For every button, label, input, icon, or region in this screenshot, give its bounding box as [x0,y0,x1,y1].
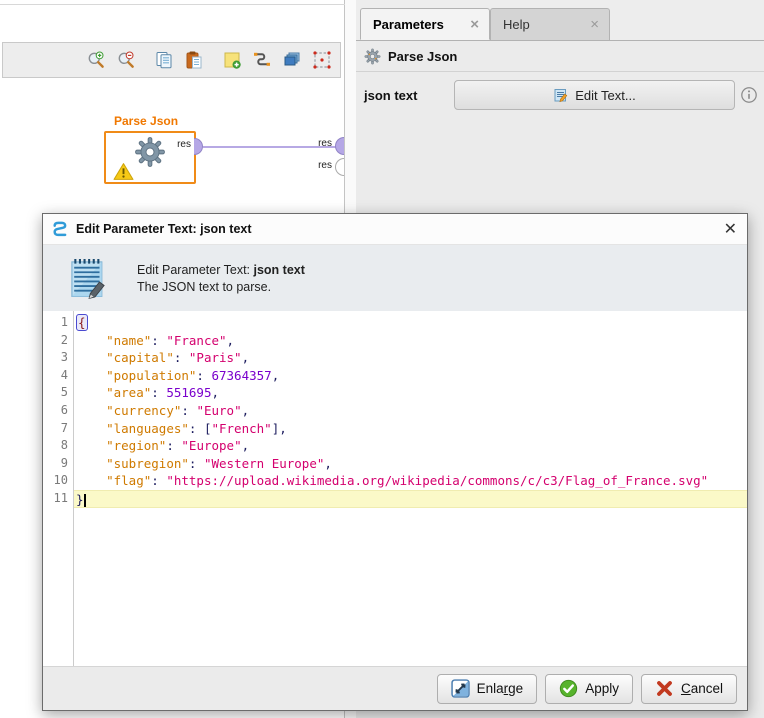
edit-text-button[interactable]: Edit Text... [454,80,735,110]
code-line[interactable]: "area": 551695, [74,384,747,402]
json-text-editor[interactable]: 1234567891011 { "name": "France", "capit… [43,311,747,666]
rapidminer-logo-icon [51,220,69,238]
close-icon[interactable]: × [470,17,479,32]
dialog-title: Edit Parameter Text: json text [76,222,252,236]
result-port-1[interactable] [335,137,344,155]
tab-help[interactable]: Help × [490,8,610,40]
text-caret [84,494,86,507]
cancel-x-icon [655,679,674,698]
operator-label: Parse Json [114,114,178,128]
dialog-titlebar[interactable]: Edit Parameter Text: json text ✕ [43,214,747,245]
gear-icon [364,48,381,65]
enlarge-icon [451,679,470,698]
warning-icon [113,162,134,181]
code-line[interactable]: "subregion": "Western Europe", [74,455,747,473]
fit-view-icon[interactable] [310,48,334,72]
output-port-label: res [177,139,191,150]
add-note-icon[interactable] [220,48,244,72]
editor-gutter: 1234567891011 [43,311,74,666]
tab-help-label: Help [503,17,530,32]
line-number: 2 [43,332,73,350]
edit-text-icon [553,87,569,103]
layers-icon[interactable] [280,48,304,72]
divider [0,4,345,5]
line-number: 1 [43,314,73,332]
apply-button[interactable]: Apply [545,674,633,704]
line-number: 7 [43,420,73,438]
line-number: 6 [43,402,73,420]
apply-check-icon [559,679,578,698]
line-number: 5 [43,384,73,402]
info-icon[interactable] [740,86,758,104]
selected-operator-title: Parse Json [388,49,457,64]
code-line[interactable]: "capital": "Paris", [74,349,747,367]
line-number: 11 [43,490,73,508]
copy-icon[interactable] [152,48,176,72]
rewire-icon[interactable] [250,48,274,72]
dialog-footer: Enlarge Apply Cancel [43,666,747,710]
tab-parameters[interactable]: Parameters × [360,8,490,40]
code-line[interactable]: "name": "France", [74,332,747,350]
dialog-header-title: Edit Parameter Text: json text [137,263,305,277]
close-icon[interactable]: × [590,17,599,32]
param-row-json-text: json text Edit Text... [356,72,764,118]
code-line[interactable]: } [74,490,747,508]
dialog-header: Edit Parameter Text: json text The JSON … [43,245,747,311]
edit-text-label: Edit Text... [575,88,635,103]
tab-parameters-label: Parameters [373,17,444,32]
edit-parameter-dialog: Edit Parameter Text: json text ✕ Edit Pa… [42,213,748,711]
edit-text-large-icon [65,255,111,301]
code-line[interactable]: "flag": "https://upload.wikimedia.org/wi… [74,472,747,490]
dialog-header-subtitle: The JSON text to parse. [137,280,305,294]
code-line[interactable]: { [74,314,747,332]
code-line[interactable]: "languages": ["French"], [74,420,747,438]
edge-port-label-top: res [318,138,332,149]
param-label: json text [364,88,454,103]
operator-output-port[interactable] [194,138,203,155]
gear-icon [134,136,166,168]
line-number: 3 [43,349,73,367]
line-number: 8 [43,437,73,455]
close-icon[interactable]: ✕ [724,221,737,237]
edge-port-label-bottom: res [318,160,332,171]
code-line[interactable]: "region": "Europe", [74,437,747,455]
dialog-header-text: Edit Parameter Text: json text The JSON … [137,263,305,294]
line-number: 9 [43,455,73,473]
selected-operator-header: Parse Json [356,41,764,72]
zoom-out-icon[interactable] [114,48,138,72]
cancel-button[interactable]: Cancel [641,674,737,704]
line-number: 10 [43,472,73,490]
line-number: 4 [43,367,73,385]
code-line[interactable]: "currency": "Euro", [74,402,747,420]
canvas-toolbar [2,42,341,78]
result-port-2[interactable] [335,158,344,176]
code-line[interactable]: "population": 67364357, [74,367,747,385]
paste-icon[interactable] [182,48,206,72]
enlarge-button[interactable]: Enlarge [437,674,538,704]
editor-code[interactable]: { "name": "France", "capital": "Paris", … [74,311,747,666]
operator-parse-json[interactable]: res [104,131,196,184]
panel-tabbar: Parameters × Help × [356,0,764,40]
zoom-in-icon[interactable] [84,48,108,72]
